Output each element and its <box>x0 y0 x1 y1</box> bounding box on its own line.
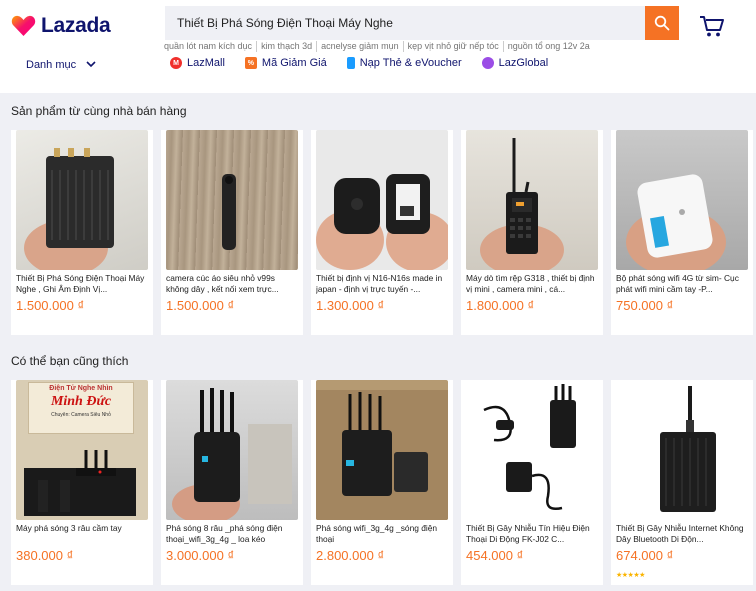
product-name: Thiết bị định vị N16-N16s made in japan … <box>316 273 443 294</box>
suggestion-link[interactable]: kim thạch 3d <box>256 41 316 52</box>
nav-label: LazGlobal <box>498 57 549 69</box>
product-grid: Thiết Bị Phá Sóng Điện Thoại Máy Nghe , … <box>11 130 753 335</box>
product-price: 454.000 ₫ <box>466 548 524 563</box>
nav-label: Nạp Thẻ & eVoucher <box>359 57 462 69</box>
brand-name: Lazada <box>41 13 111 37</box>
product-name: Máy dò tìm rệp G318 , thiết bị định vị m… <box>466 273 595 294</box>
category-menu[interactable]: Danh mục <box>26 59 96 71</box>
lazmall-icon: M <box>170 57 182 69</box>
product-name: Máy phá sóng 3 râu cầm tay <box>16 523 122 533</box>
search-suggestions: quần lót nam kích dục kim thạch 3d acnel… <box>164 41 594 52</box>
product-card[interactable]: Phá sóng 8 râu _phá sóng điện thoại_wifi… <box>161 380 303 585</box>
product-name: Bộ phát sóng wifi 4G từ sim- Cục phát wi… <box>616 273 739 294</box>
phone-topup-icon <box>346 57 355 69</box>
suggestion-link[interactable]: quần lót nam kích dục <box>164 41 256 52</box>
product-price: 1.500.000 ₫ <box>16 298 85 313</box>
product-card[interactable]: Thiết bị định vị N16-N16s made in japan … <box>311 130 453 335</box>
product-name: camera cúc áo siêu nhỏ v99s không dây , … <box>166 273 279 294</box>
cart-button[interactable] <box>699 14 725 38</box>
lazglobal-icon <box>481 57 494 69</box>
lazada-heart-icon <box>11 13 36 38</box>
product-card[interactable]: Thiết Bị Gây Nhiễu Internet Không Dây Bl… <box>611 380 753 585</box>
product-image <box>466 380 598 520</box>
product-card[interactable]: Máy dò tìm rệp G318 , thiết bị định vị m… <box>461 130 603 335</box>
product-price: 1.300.000 ₫ <box>316 298 385 313</box>
product-name: Thiết Bị Gây Nhiễu Tín Hiệu Điện Thoại D… <box>466 523 590 544</box>
suggestion-link[interactable]: nguồn tổ ong 12v 2a <box>502 41 594 52</box>
search-bar <box>165 6 679 40</box>
product-image: Điện Tử Nghe Nhìn Minh Đức Chuyên: Camer… <box>16 380 148 520</box>
product-image <box>16 130 148 270</box>
chevron-down-icon <box>86 59 96 71</box>
product-image <box>166 130 298 270</box>
top-header: Lazada quần lót nam kích dục kim thạch 3… <box>0 0 756 93</box>
product-price: 380.000 ₫ <box>16 548 74 563</box>
product-price: 750.000 ₫ <box>616 298 674 313</box>
nav-label: LazMall <box>187 57 225 69</box>
product-name: Thiết Bị Phá Sóng Điện Thoại Máy Nghe , … <box>16 273 145 294</box>
product-price: 2.800.000 ₫ <box>316 548 385 563</box>
product-image <box>316 130 448 270</box>
product-price: 1.800.000 ₫ <box>466 298 535 313</box>
product-card[interactable]: Thiết Bị Gây Nhiễu Tín Hiệu Điện Thoại D… <box>461 380 603 585</box>
voucher-icon: % <box>244 57 257 69</box>
section-title: Có thể bạn cũng thích <box>11 354 129 368</box>
product-image <box>166 380 298 520</box>
product-image <box>466 130 598 270</box>
nav-label: Mã Giảm Giá <box>261 57 327 69</box>
nav-lazmall[interactable]: M LazMall <box>170 57 225 69</box>
quick-nav: M LazMall % Mã Giảm Giá Nạp Thẻ & eVouch… <box>170 57 568 69</box>
product-name: Phá sóng wifi_3g_4g _sóng điện thoại <box>316 523 438 544</box>
nav-vouchers[interactable]: % Mã Giảm Giá <box>244 57 327 69</box>
product-image <box>616 130 748 270</box>
search-button[interactable] <box>645 6 679 40</box>
search-icon <box>654 15 670 31</box>
product-price: 3.000.000 ₫ <box>166 548 235 563</box>
cart-icon <box>700 16 724 37</box>
product-card[interactable]: Bộ phát sóng wifi 4G từ sim- Cục phát wi… <box>611 130 753 335</box>
product-name: Phá sóng 8 râu _phá sóng điện thoại_wifi… <box>166 523 283 544</box>
lazada-logo[interactable]: Lazada <box>11 13 111 38</box>
nav-topup[interactable]: Nạp Thẻ & eVoucher <box>346 57 462 69</box>
product-price: 674.000 ₫ <box>616 548 674 563</box>
product-grid: Điện Tử Nghe Nhìn Minh Đức Chuyên: Camer… <box>11 380 753 585</box>
product-name: Thiết Bị Gây Nhiễu Internet Không Dây Bl… <box>616 523 744 544</box>
category-menu-label: Danh mục <box>26 59 77 71</box>
nav-lazglobal[interactable]: LazGlobal <box>481 57 549 69</box>
product-card[interactable]: Thiết Bị Phá Sóng Điện Thoại Máy Nghe , … <box>11 130 153 335</box>
product-price: 1.500.000 ₫ <box>166 298 235 313</box>
rating-stars-icon: ★★★★★ <box>616 572 645 579</box>
product-card[interactable]: Điện Tử Nghe Nhìn Minh Đức Chuyên: Camer… <box>11 380 153 585</box>
product-card[interactable]: Phá sóng wifi_3g_4g _sóng điện thoại 2.8… <box>311 380 453 585</box>
product-image <box>316 380 448 520</box>
suggestion-link[interactable]: kẹp vịt nhỏ giữ nếp tóc <box>402 41 503 52</box>
section-title: Sản phẩm từ cùng nhà bán hàng <box>11 104 187 118</box>
suggestion-link[interactable]: acnelyse giảm mụn <box>316 41 403 52</box>
search-input[interactable] <box>165 6 645 40</box>
product-card[interactable]: camera cúc áo siêu nhỏ v99s không dây , … <box>161 130 303 335</box>
product-image <box>616 380 748 520</box>
